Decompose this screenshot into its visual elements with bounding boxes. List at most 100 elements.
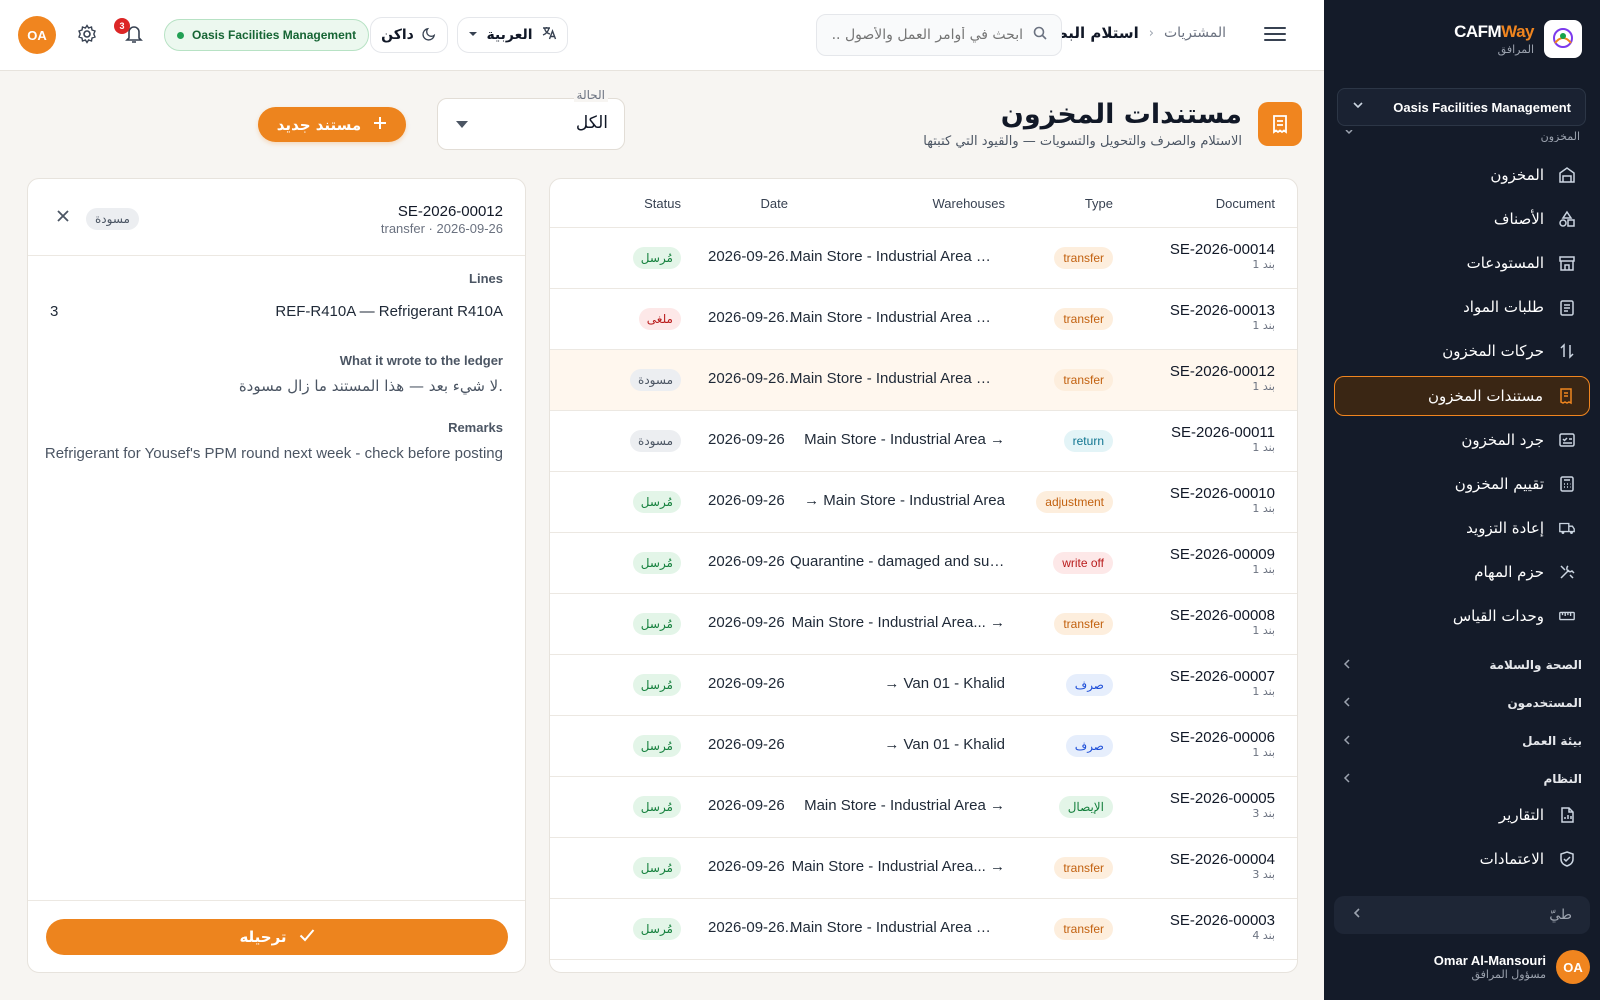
sidebar-item-2[interactable]: المستودعات (1334, 243, 1590, 283)
sidebar-bottom-item-1[interactable]: الاعتمادات (1334, 839, 1590, 879)
date-cell: 2026-09-26... (708, 248, 798, 265)
document-id: SE-2026-00009 (1169, 546, 1275, 563)
tools-icon (1558, 563, 1576, 581)
status-badge: مسودة (86, 208, 139, 230)
collapse-label: طيّ (1549, 907, 1572, 923)
sidebar-item-6[interactable]: جرد المخزون (1334, 420, 1590, 460)
document-id: SE-2026-00008 (1169, 607, 1275, 624)
table-row[interactable]: SE-2026-00008 1 بند transfer Main Store - I… (550, 594, 1297, 655)
table-row[interactable]: SE-2026-00010 1 بند adjustment → Main Store… (550, 472, 1297, 533)
store-icon (1558, 254, 1576, 272)
menu-icon[interactable] (1264, 24, 1286, 44)
table-row[interactable]: SE-2026-00012 1 بند transfer Main Store - I… (550, 350, 1297, 411)
table-row[interactable]: SE-2026-00009 1 بند write off Quarantine - … (550, 533, 1297, 594)
sidebar-item-3[interactable]: طلبات المواد (1334, 287, 1590, 327)
new-document-button[interactable]: مستند جديد (258, 107, 406, 142)
new-document-label: مستند جديد (276, 115, 362, 134)
ledger-label: What it wrote to the ledger (339, 353, 503, 368)
document-id: SE-2026-00013 (1169, 302, 1275, 319)
type-badge: transfer (1054, 857, 1113, 879)
document-lines: 3 بند (1252, 868, 1275, 881)
close-icon[interactable] (54, 207, 72, 225)
warehouse-icon (1558, 166, 1576, 184)
sidebar-item-7[interactable]: تقييم المخزون (1334, 464, 1590, 504)
sidebar-bottom-item-0[interactable]: التقارير (1334, 795, 1590, 835)
check-icon (299, 928, 315, 946)
clipboard-icon (1558, 298, 1576, 316)
table-row[interactable]: SE-2026-00003 4 بند transfer Main Store - I… (550, 899, 1297, 960)
warehouses-cell: → Main Store - Industrial Area (804, 492, 1005, 509)
table-row[interactable]: SE-2026-00004 3 بند transfer Main Store - I… (550, 838, 1297, 899)
org-selector[interactable]: Oasis Facilities Management (1337, 88, 1586, 126)
col-document[interactable]: Document (1216, 196, 1275, 211)
table-header: Document Type Warehouses Date Status (550, 179, 1297, 228)
notifications-button[interactable]: 3 (114, 18, 148, 50)
brand[interactable]: CAFMWay المرافق (1454, 20, 1582, 58)
sidebar-item-9[interactable]: حزم المهام (1334, 552, 1590, 592)
sidebar-item-label: المخزون (1490, 166, 1544, 184)
table-row[interactable]: SE-2026-00007 1 بند صرف → Van 01 - Khalid 20… (550, 655, 1297, 716)
document-lines: 1 بند (1252, 624, 1275, 637)
report-icon (1558, 806, 1576, 824)
chevron-left-icon (1342, 696, 1352, 711)
col-date[interactable]: Date (761, 196, 788, 211)
document-lines: 1 بند (1252, 746, 1275, 759)
warehouses-cell: Main Store - Industrial Area → V (790, 919, 1005, 936)
page-subtitle: الاستلام والصرف والتحويل والتسويات — وال… (923, 133, 1242, 149)
status-filter-label: الحالة (573, 88, 608, 102)
search-icon (1033, 26, 1047, 44)
line-item-name: REF-R410A — Refrigerant R410A (275, 303, 503, 320)
org-badge-label: Oasis Facilities Management (192, 28, 357, 42)
document-lines: 1 بند (1252, 685, 1275, 698)
settings-button[interactable] (73, 22, 101, 50)
search-input[interactable] (833, 27, 1023, 43)
sidebar-group-0[interactable]: الصحة والسلامة (1342, 655, 1582, 675)
table-row[interactable]: SE-2026-00005 3 بند الإيصال Main Store - In… (550, 777, 1297, 838)
plus-icon (373, 116, 387, 134)
moon-icon (422, 26, 437, 45)
sidebar-item-1[interactable]: الأصناف (1334, 199, 1590, 239)
user-role: مسؤول المرافق (1471, 968, 1546, 981)
document-cell: SE-2026-00003 4 بند (1170, 912, 1275, 942)
sidebar-group-label: النظام (1543, 772, 1582, 786)
sidebar-item-10[interactable]: وحدات القياس (1334, 596, 1590, 636)
sidebar-group-3[interactable]: النظام (1342, 769, 1582, 789)
table-row[interactable]: SE-2026-00006 1 بند صرف → Van 01 - Khalid 20… (550, 716, 1297, 777)
sidebar-group-label: الصحة والسلامة (1489, 658, 1582, 672)
sidebar-item-0[interactable]: المخزون (1334, 155, 1590, 195)
status-badge: مُرسل (632, 491, 681, 513)
sidebar-item-8[interactable]: إعادة التزويد (1334, 508, 1590, 548)
user-profile[interactable]: OA Omar Al-Mansouri مسؤول المرافق (1334, 950, 1590, 984)
document-lines: 1 بند (1252, 380, 1275, 393)
status-badge: مُرسل (632, 674, 681, 696)
breadcrumb-parent[interactable]: المشتريات (1164, 25, 1226, 41)
sidebar-item-5[interactable]: مستندات المخزون (1334, 376, 1590, 416)
table-row[interactable]: SE-2026-00011 1 بند return Main Store - Ind… (550, 411, 1297, 472)
section-header-inventory[interactable]: المخزون (1344, 130, 1580, 142)
table-row[interactable]: SE-2026-00013 1 بند transfer Main Store - I… (550, 289, 1297, 350)
sidebar-item-label: التقارير (1498, 806, 1544, 824)
col-status[interactable]: Status (644, 196, 681, 211)
warehouses-cell: Main Store - Industrial Area... → (791, 858, 1005, 875)
sidebar-group-2[interactable]: بيئة العمل (1342, 731, 1582, 751)
truck-icon (1558, 519, 1576, 537)
col-type[interactable]: Type (1085, 196, 1113, 211)
document-lines: 1 بند (1252, 319, 1275, 332)
document-id: SE-2026-00003 (1169, 912, 1275, 929)
document-lines: 1 بند (1252, 258, 1275, 271)
status-dot (177, 31, 184, 39)
table-row[interactable]: SE-2026-00014 1 بند transfer Main Store - I… (550, 228, 1297, 289)
language-selector[interactable]: العربية (457, 17, 568, 53)
sidebar-group-1[interactable]: المستخدمون (1342, 693, 1582, 713)
status-filter[interactable]: الحالة الكل (437, 88, 625, 150)
post-button[interactable]: ترحيله (46, 919, 508, 955)
sidebar-collapse[interactable]: طيّ (1334, 896, 1590, 934)
receipt-icon (1557, 387, 1575, 405)
col-warehouses[interactable]: Warehouses (933, 196, 1006, 211)
theme-toggle[interactable]: داكن (370, 17, 448, 53)
sidebar-item-label: طلبات المواد (1463, 298, 1544, 316)
sidebar-item-4[interactable]: حركات المخزون (1334, 331, 1590, 371)
avatar[interactable]: OA (18, 16, 56, 54)
date-cell: 2026-09-26 (708, 797, 785, 814)
chevron-left-icon (1352, 907, 1362, 923)
